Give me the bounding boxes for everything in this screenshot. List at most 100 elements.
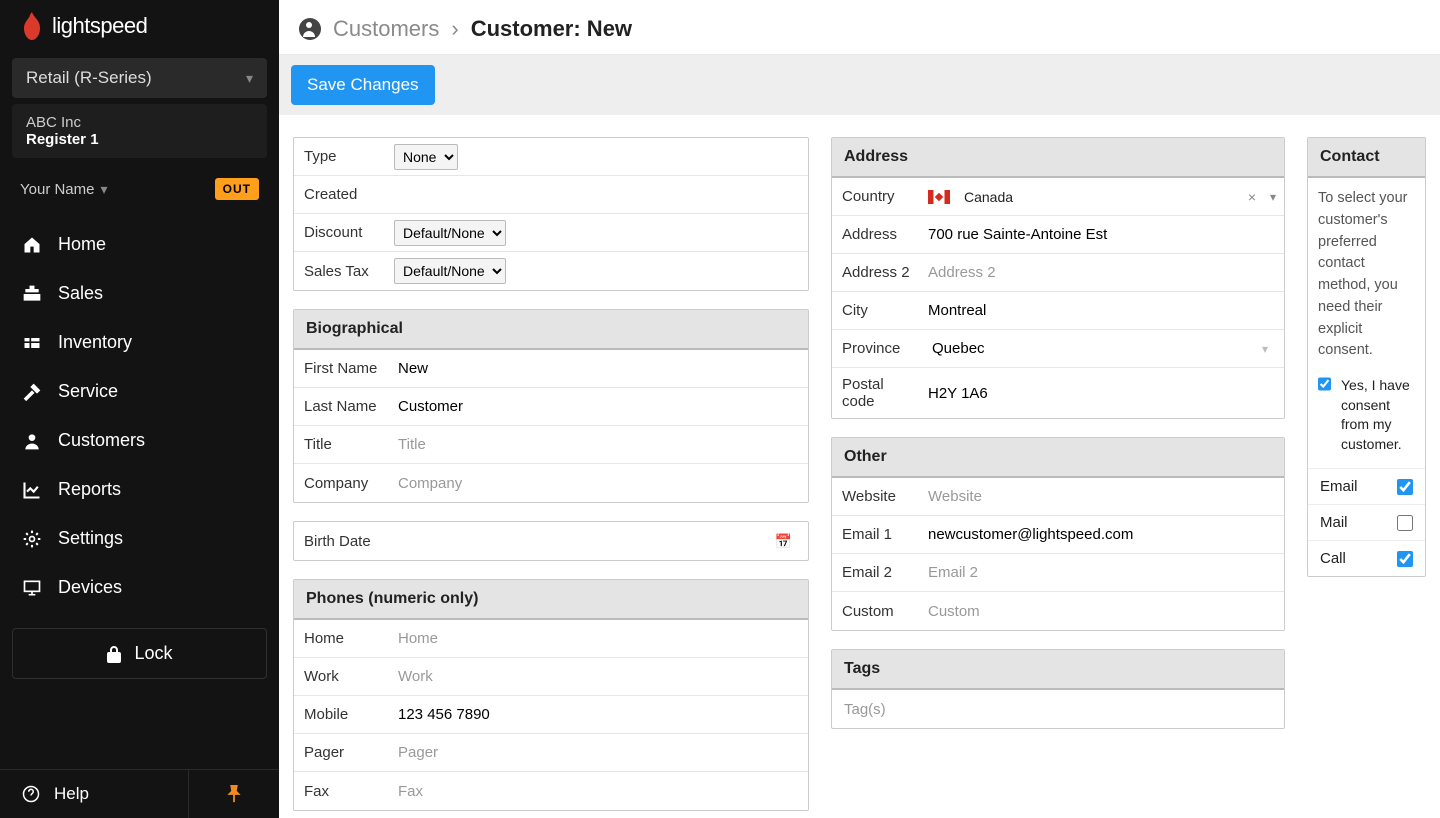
box-icon — [22, 333, 42, 353]
product-label: Retail (R-Series) — [26, 68, 152, 88]
nav-label: Service — [58, 381, 118, 402]
chevron-down-icon: ▾ — [246, 70, 253, 87]
nav-label: Customers — [58, 430, 145, 451]
tags-card: Tags — [831, 649, 1285, 729]
pin-button[interactable] — [189, 770, 279, 818]
address-input[interactable] — [924, 220, 1278, 249]
product-selector[interactable]: Retail (R-Series) ▾ — [12, 58, 267, 98]
user-row[interactable]: Your Name▾ OUT — [14, 172, 265, 206]
sidebar-item-sales[interactable]: Sales — [0, 269, 279, 318]
phone-mobile-input[interactable] — [394, 700, 802, 729]
calendar-icon[interactable]: 📅 — [775, 533, 792, 550]
province-select[interactable] — [924, 334, 1262, 363]
person-icon — [22, 431, 42, 451]
email1-input[interactable] — [924, 520, 1278, 549]
contact-mail-checkbox[interactable] — [1397, 515, 1413, 531]
address2-input[interactable] — [924, 258, 1278, 287]
lock-button[interactable]: Lock — [12, 628, 267, 679]
nav-label: Settings — [58, 528, 123, 549]
sidebar-item-customers[interactable]: Customers — [0, 416, 279, 465]
breadcrumb: Customers › Customer: New — [279, 0, 1440, 55]
top-settings-card: TypeNone Created DiscountDefault/None Sa… — [293, 137, 809, 291]
sidebar-item-home[interactable]: Home — [0, 220, 279, 269]
shop-context[interactable]: ABC Inc Register 1 — [12, 104, 267, 158]
sidebar-item-service[interactable]: Service — [0, 367, 279, 416]
title-label: Title — [294, 428, 394, 461]
nav-label: Reports — [58, 479, 121, 500]
custom-input[interactable] — [924, 597, 1278, 626]
sidebar-item-devices[interactable]: Devices — [0, 563, 279, 612]
salestax-label: Sales Tax — [294, 255, 394, 288]
website-input[interactable] — [924, 482, 1278, 511]
type-select[interactable]: None — [394, 144, 458, 170]
phone-home-input[interactable] — [394, 624, 802, 653]
phone-fax-input[interactable] — [394, 777, 802, 806]
lock-icon — [106, 645, 122, 663]
clear-icon[interactable]: × — [1248, 189, 1256, 205]
email2-label: Email 2 — [832, 556, 924, 589]
main: Customers › Customer: New Save Changes T… — [279, 0, 1440, 818]
contact-description: To select your customer's preferred cont… — [1308, 178, 1425, 376]
action-bar: Save Changes — [279, 55, 1440, 115]
pin-icon — [226, 785, 242, 803]
nav-label: Home — [58, 234, 106, 255]
lastname-input[interactable] — [394, 392, 802, 421]
discount-select[interactable]: Default/None — [394, 220, 506, 246]
out-badge[interactable]: OUT — [215, 178, 259, 200]
city-input[interactable] — [924, 296, 1278, 325]
other-header: Other — [832, 438, 1284, 478]
province-label: Province — [832, 332, 924, 365]
city-label: City — [832, 294, 924, 327]
tags-header: Tags — [832, 650, 1284, 690]
postal-label: Postal code — [832, 368, 924, 418]
chevron-down-icon[interactable]: ▾ — [1270, 190, 1276, 204]
salestax-select[interactable]: Default/None — [394, 258, 506, 284]
help-label: Help — [54, 784, 89, 804]
contact-call-checkbox[interactable] — [1397, 551, 1413, 567]
help-icon — [22, 785, 40, 803]
lock-label: Lock — [134, 643, 172, 664]
phone-work-input[interactable] — [394, 662, 802, 691]
content: TypeNone Created DiscountDefault/None Sa… — [279, 115, 1440, 818]
shop-name: ABC Inc — [26, 114, 253, 131]
contact-mail-label: Mail — [1320, 514, 1348, 531]
help-button[interactable]: Help — [0, 770, 189, 818]
country-select[interactable]: Canada × ▾ — [924, 183, 1284, 211]
register-name: Register 1 — [26, 131, 253, 148]
birthdate-input[interactable] — [394, 527, 775, 556]
chevron-down-icon[interactable]: ▾ — [1262, 342, 1268, 356]
title-input[interactable] — [394, 430, 802, 459]
birth-card: Birth Date 📅 — [293, 521, 809, 561]
bio-header: Biographical — [294, 310, 808, 350]
company-label: Company — [294, 467, 394, 500]
phones-header: Phones (numeric only) — [294, 580, 808, 620]
postal-input[interactable] — [924, 379, 1278, 408]
hammer-icon — [22, 382, 42, 402]
tags-input[interactable] — [840, 695, 1276, 724]
email1-label: Email 1 — [832, 518, 924, 551]
website-label: Website — [832, 480, 924, 513]
phone-pager-input[interactable] — [394, 738, 802, 767]
email2-input[interactable] — [924, 558, 1278, 587]
company-input[interactable] — [394, 469, 802, 498]
sidebar-item-reports[interactable]: Reports — [0, 465, 279, 514]
contact-email-checkbox[interactable] — [1397, 479, 1413, 495]
firstname-input[interactable] — [394, 354, 802, 383]
sidebar-item-settings[interactable]: Settings — [0, 514, 279, 563]
discount-label: Discount — [294, 216, 394, 249]
breadcrumb-parent[interactable]: Customers — [333, 16, 439, 42]
sidebar-footer: Help — [0, 769, 279, 818]
phone-pager-label: Pager — [294, 736, 394, 769]
phones-card: Phones (numeric only) Home Work Mobile P… — [293, 579, 809, 811]
consent-checkbox[interactable] — [1318, 376, 1331, 392]
flag-icon — [928, 190, 950, 204]
customers-icon — [299, 18, 321, 40]
type-label: Type — [294, 140, 394, 173]
country-value: Canada — [964, 189, 1013, 205]
brand-text: lightspeed — [52, 13, 147, 39]
home-icon — [22, 235, 42, 255]
brand-logo[interactable]: lightspeed — [0, 0, 279, 50]
save-button[interactable]: Save Changes — [291, 65, 435, 105]
sidebar-item-inventory[interactable]: Inventory — [0, 318, 279, 367]
birthdate-label: Birth Date — [294, 525, 394, 558]
